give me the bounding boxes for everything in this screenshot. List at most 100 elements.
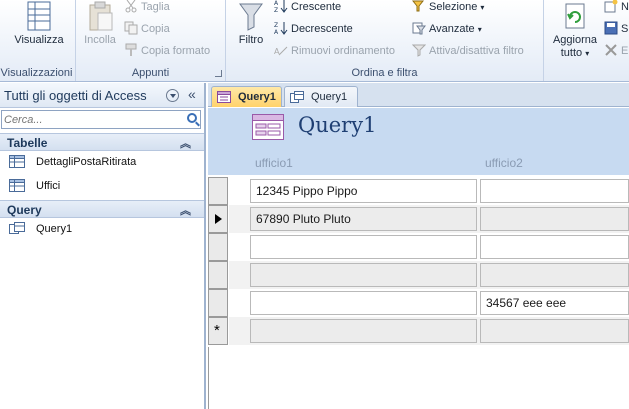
current-record-selector[interactable] [208,205,228,233]
record-selector[interactable] [208,289,228,317]
sort-descending-button[interactable]: Z A Decrescente [274,20,353,38]
new-record-selector[interactable] [208,317,228,345]
form-header: Query1 ufficio1 ufficio2 [208,108,629,175]
ufficio2-field[interactable] [480,207,629,231]
advanced-button[interactable]: Avanzate ▾ [412,20,482,38]
collapse-chevron-icon: ︽ [180,138,191,150]
sort-ascending-icon: AZ [274,0,288,14]
datasheet-view-icon [27,1,51,31]
new-record-button[interactable]: N [604,0,629,16]
table-icon [9,179,25,192]
copy-icon [124,21,138,35]
copy-label: Copia [141,23,170,35]
refresh-all-label-line1: Aggiorna [552,34,598,46]
ufficio2-field[interactable] [480,179,629,203]
nav-pane-dropdown-icon[interactable] [166,89,179,102]
paste-button[interactable]: Incolla [78,0,122,47]
refresh-all-button[interactable]: Aggiorna tutto ▾ [548,0,602,60]
cut-label: Taglia [141,1,170,13]
view-button-label: Visualizza [14,34,64,46]
refresh-icon [565,3,585,29]
sort-ascending-label: Crescente [291,1,342,13]
new-record-icon [604,0,618,13]
sort-filter-group: Filtro A Z Crescente Z A Decrescente A Rimuov… [226,0,544,81]
tab-query1-datasheet[interactable]: Query1 [284,86,358,107]
document-area: Query1 Query1 Query1 ufficio1 ufficio2 1… [208,83,629,409]
delete-record-label: E [621,45,629,57]
record-selector[interactable] [208,233,228,261]
nav-pane-title: Tutti gli oggetti di Access [4,88,147,103]
paste-button-label: Incolla [84,34,116,46]
record-selector[interactable] [208,261,228,289]
form-icon [217,91,231,103]
paste-icon [89,1,113,31]
cut-button[interactable]: Taglia [124,0,170,16]
nav-pane-collapse-icon[interactable]: « [188,86,196,102]
table-icon [9,155,25,168]
toggle-filter-icon [411,43,427,57]
tab-label: Query1 [238,91,276,103]
save-record-button[interactable]: S [604,20,628,38]
remove-sort-label: Rimuovi ordinamento [291,45,395,57]
clipboard-group-label: Appunti [131,67,170,79]
column-label-ufficio2: ufficio2 [485,156,523,170]
query-icon [9,222,25,234]
format-painter-icon [124,43,138,57]
filter-button[interactable]: Filtro [230,0,272,47]
section-header-query[interactable]: Query ︽ [0,200,204,218]
tab-label: Query1 [311,91,348,103]
delete-record-button[interactable]: E [604,42,628,60]
svg-text:A: A [274,29,279,35]
record-selector[interactable] [208,177,228,205]
nav-item-query1[interactable]: Query1 [0,218,204,240]
selection-button[interactable]: Selezione ▾ [411,0,484,16]
ufficio2-field[interactable] [480,263,629,287]
ufficio2-field[interactable] [480,319,629,343]
record-selector-bar [208,347,209,409]
nav-item-label: DettagliPostaRitirata [36,156,137,168]
views-group: Visualizza Visualizzazioni [0,0,76,81]
clipboard-group: Incolla Taglia Copia Copia formato Appun… [76,0,226,81]
nav-search-input[interactable] [2,111,182,128]
form-detail: 12345 Pippo Pippo 67890 Pluto Pluto 3456… [208,175,629,409]
ufficio2-field[interactable]: 34567 eee eee [480,291,629,315]
ufficio1-field[interactable]: 12345 Pippo Pippo [250,179,477,203]
remove-sort-button[interactable]: A Rimuovi ordinamento [274,42,395,60]
selection-label: Selezione [429,1,478,13]
advanced-label: Avanzate [429,23,475,35]
refresh-all-label-line2: tutto ▾ [548,47,602,60]
nav-pane-header[interactable]: Tutti gli oggetti di Access « [0,83,204,108]
ufficio1-field[interactable]: 67890 Pluto Pluto [250,207,477,231]
nav-item-uffici[interactable]: Uffici [0,175,204,197]
svg-text:Z: Z [274,7,278,13]
section-label-query: Query [7,203,42,217]
ufficio2-field[interactable] [480,235,629,259]
ufficio1-field[interactable] [250,291,477,315]
ufficio1-field[interactable] [250,263,477,287]
format-painter-button[interactable]: Copia formato [124,42,210,60]
nav-item-label: Query1 [36,223,73,235]
save-icon [604,21,618,35]
clipboard-dialog-launcher-icon[interactable] [215,70,222,77]
delete-icon [604,43,618,57]
search-icon[interactable] [187,113,197,123]
sort-ascending-button[interactable]: A Z Crescente [274,0,341,16]
form-title: Query1 [298,113,377,137]
save-record-label: S [621,23,629,35]
nav-search-box [1,110,201,129]
format-painter-label: Copia formato [141,45,211,57]
document-tabs: Query1 Query1 [208,83,629,107]
sort-descending-label: Decrescente [291,23,353,35]
section-header-tables[interactable]: Tabelle ︽ [0,133,204,151]
ufficio1-field[interactable] [250,235,477,259]
selection-filter-icon [411,0,426,13]
ufficio1-field[interactable] [250,319,477,343]
form-title-icon [252,114,284,140]
nav-item-dettagliopostaritirata[interactable]: DettagliPostaRitirata [0,151,204,173]
tab-query1-form[interactable]: Query1 [211,86,282,107]
refresh-all-label-line2-text: tutto [560,47,583,59]
toggle-filter-button[interactable]: Attiva/disattiva filtro [411,42,524,60]
view-button[interactable]: Visualizza [6,0,72,47]
copy-button[interactable]: Copia [124,20,170,38]
ribbon: Visualizza Visualizzazioni Incolla Tagli… [0,0,629,82]
